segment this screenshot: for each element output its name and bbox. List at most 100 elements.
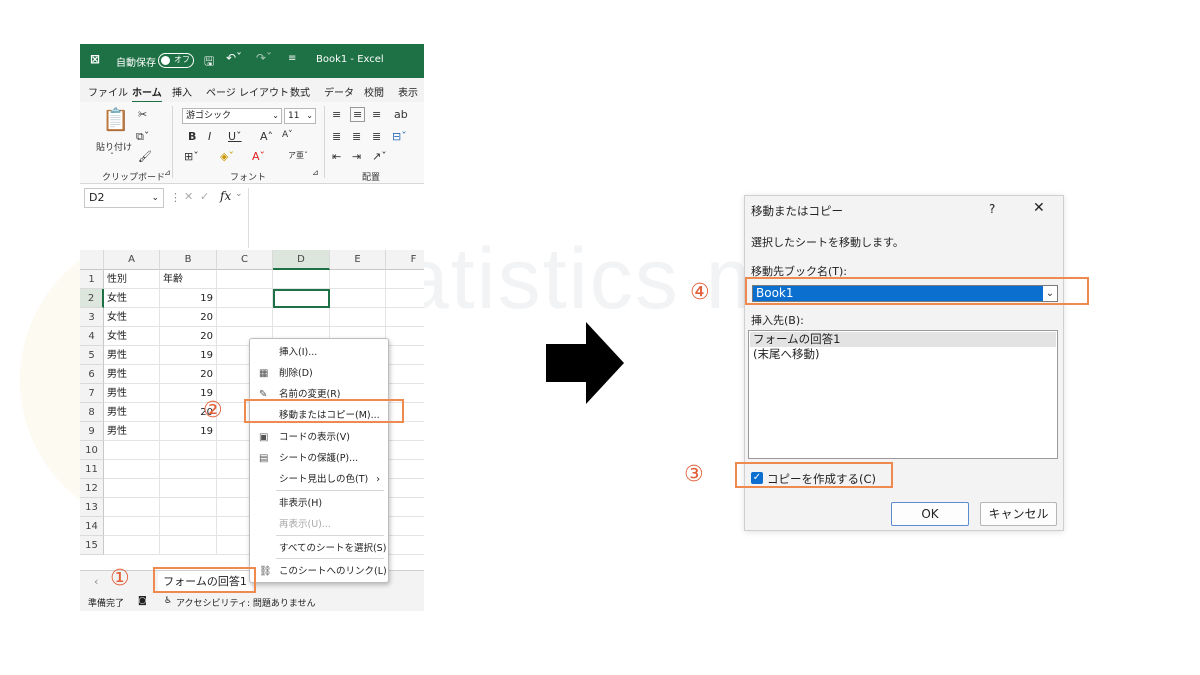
align-bottom-icon[interactable]: ≡ — [372, 108, 381, 121]
cell-a14[interactable] — [104, 517, 160, 536]
cell-a1[interactable]: 性別 — [104, 270, 160, 289]
menu-item-11[interactable]: ⛓ このシートへのリンク(L) — [250, 561, 388, 582]
tab-review[interactable]: 校閲 — [364, 84, 384, 99]
cell-c2[interactable] — [217, 289, 273, 308]
cell-a11[interactable] — [104, 460, 160, 479]
menu-item-5[interactable]: ▣ コードの表示(V) — [250, 427, 388, 448]
clipboard-dialog-launcher-icon[interactable]: ⊿ — [164, 168, 171, 177]
column-header-a[interactable]: A — [104, 250, 160, 270]
more-options-icon[interactable]: ⋮ — [170, 191, 181, 204]
menu-item-2[interactable]: ▦ 削除(D) — [250, 363, 388, 384]
cell-b2[interactable]: 19 — [160, 289, 217, 308]
cell-a9[interactable]: 男性 — [104, 422, 160, 441]
cell-b14[interactable] — [160, 517, 217, 536]
cell-f4[interactable] — [386, 327, 424, 346]
function-dropdown-icon[interactable]: ⌄ — [235, 189, 243, 199]
undo-icon[interactable]: ↶ˇ — [226, 51, 242, 65]
status-accessibility[interactable]: アクセシビリティ: 問題ありません — [176, 596, 316, 609]
cell-b5[interactable]: 19 — [160, 346, 217, 365]
borders-icon[interactable]: ⊞ˇ — [184, 150, 199, 163]
cell-a5[interactable]: 男性 — [104, 346, 160, 365]
row-header-2[interactable]: 2 — [80, 289, 104, 308]
row-header-11[interactable]: 11 — [80, 460, 104, 479]
row-header-13[interactable]: 13 — [80, 498, 104, 517]
copy-icon[interactable]: ⧉ˇ — [136, 130, 149, 144]
align-right-icon[interactable]: ≣ — [372, 130, 381, 143]
ok-button[interactable]: OK — [891, 502, 969, 526]
underline-icon[interactable]: Uˇ — [228, 130, 242, 143]
tab-data[interactable]: データ — [324, 84, 354, 99]
align-top-icon[interactable]: ≡ — [332, 108, 341, 121]
menu-item-7[interactable]: シート見出しの色(T) › — [250, 469, 388, 490]
tab-page-layout[interactable]: ページ レイアウト — [206, 84, 289, 99]
fill-color-icon[interactable]: ◈ˇ — [220, 150, 234, 163]
align-left-icon[interactable]: ≣ — [332, 130, 341, 143]
row-header-1[interactable]: 1 — [80, 270, 104, 289]
row-header-10[interactable]: 10 — [80, 441, 104, 460]
menu-item-1[interactable]: 挿入(I)... — [250, 342, 388, 363]
cell-e2[interactable] — [330, 289, 386, 308]
list-item[interactable]: フォームの回答1 — [750, 332, 1056, 347]
customize-quick-access-icon[interactable]: ≡ — [288, 53, 296, 64]
font-size-box[interactable]: 11 ⌄ — [284, 108, 316, 124]
prev-sheet-icon[interactable]: ‹ — [94, 575, 98, 588]
row-header-12[interactable]: 12 — [80, 479, 104, 498]
cell-f10[interactable] — [386, 441, 424, 460]
cell-f6[interactable] — [386, 365, 424, 384]
column-header-e[interactable]: E — [330, 250, 386, 270]
save-icon[interactable]: 🖫 — [204, 52, 214, 73]
row-header-6[interactable]: 6 — [80, 365, 104, 384]
row-header-15[interactable]: 15 — [80, 536, 104, 555]
cell-b6[interactable]: 20 — [160, 365, 217, 384]
paste-dropdown-icon[interactable]: ˇ — [110, 152, 114, 161]
bold-icon[interactable]: B — [188, 130, 196, 143]
tab-file[interactable]: ファイル — [88, 84, 128, 99]
cell-a7[interactable]: 男性 — [104, 384, 160, 403]
increase-font-icon[interactable]: A˄ — [260, 130, 273, 143]
cell-f2[interactable] — [386, 289, 424, 308]
row-header-14[interactable]: 14 — [80, 517, 104, 536]
paste-icon[interactable]: 📋 — [102, 108, 129, 133]
align-middle-icon[interactable]: ≡ — [350, 107, 366, 122]
help-button[interactable]: ? — [989, 202, 995, 216]
active-cell-d2[interactable] — [273, 289, 330, 308]
cell-f9[interactable] — [386, 422, 424, 441]
tab-home[interactable]: ホーム — [132, 84, 162, 103]
cell-a4[interactable]: 女性 — [104, 327, 160, 346]
cell-a8[interactable]: 男性 — [104, 403, 160, 422]
cut-icon[interactable]: ✂ — [138, 108, 147, 121]
cell-b12[interactable] — [160, 479, 217, 498]
cell-d1[interactable] — [273, 270, 330, 289]
phonetic-icon[interactable]: ア亜ˇ — [288, 150, 308, 161]
cell-f15[interactable] — [386, 536, 424, 555]
column-header-d[interactable]: D — [273, 250, 330, 270]
autosave-toggle[interactable]: オフ — [158, 53, 194, 68]
cell-f14[interactable] — [386, 517, 424, 536]
confirm-entry-icon[interactable]: ✓ — [200, 190, 209, 203]
decrease-indent-icon[interactable]: ⇤ — [332, 150, 341, 163]
row-header-4[interactable]: 4 — [80, 327, 104, 346]
wrap-text-icon[interactable]: ab — [394, 108, 408, 121]
cell-a12[interactable] — [104, 479, 160, 498]
tab-insert[interactable]: 挿入 — [172, 84, 192, 99]
menu-item-6[interactable]: ▤ シートの保護(P)... — [250, 448, 388, 469]
align-center-icon[interactable]: ≣ — [352, 130, 361, 143]
cell-c1[interactable] — [217, 270, 273, 289]
cell-a6[interactable]: 男性 — [104, 365, 160, 384]
insert-before-list[interactable]: フォームの回答1 (末尾へ移動) — [748, 330, 1058, 459]
cell-b4[interactable]: 20 — [160, 327, 217, 346]
decrease-font-icon[interactable]: A˅ — [282, 130, 293, 140]
row-header-3[interactable]: 3 — [80, 308, 104, 327]
tab-view[interactable]: 表示 — [398, 84, 418, 99]
column-header-f[interactable]: F — [386, 250, 424, 270]
font-color-icon[interactable]: Aˇ — [252, 150, 265, 163]
tab-formulas[interactable]: 数式 — [290, 84, 310, 99]
cell-b11[interactable] — [160, 460, 217, 479]
close-button[interactable]: ✕ — [1033, 200, 1045, 216]
cell-a13[interactable] — [104, 498, 160, 517]
insert-function-icon[interactable]: fx — [220, 189, 231, 203]
merge-center-icon[interactable]: ⊟ˇ — [392, 130, 407, 143]
cell-f11[interactable] — [386, 460, 424, 479]
cell-a2[interactable]: 女性 — [104, 289, 160, 308]
cell-d3[interactable] — [273, 308, 330, 327]
